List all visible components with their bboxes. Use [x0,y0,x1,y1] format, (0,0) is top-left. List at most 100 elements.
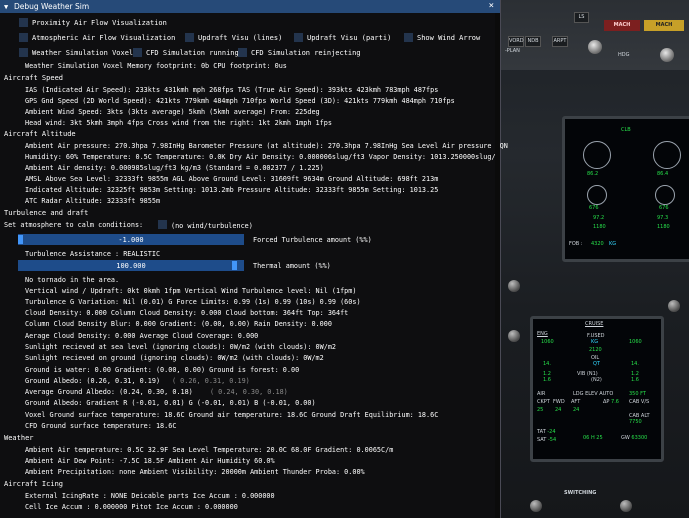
n2-right-value: 97.3 [657,215,669,221]
oil-right: 14. [631,361,639,367]
window-titlebar[interactable]: ▼ Debug Weather Sim × [0,0,500,13]
n1-right-value: 86.4 [657,171,669,177]
air-label: AIR [537,391,546,397]
weather-voxel-checkbox[interactable] [19,48,28,57]
vord-button: VORD [508,36,524,47]
aircraft-altitude-header: Aircraft Altitude [4,130,76,138]
n1-left-value: 86.2 [587,171,599,177]
fwd-temp: 24 [555,407,562,413]
cab-alt-value: 7750 [629,419,642,425]
turbulence-assistance: Turbulence Assistance : REALISTIC [25,250,161,258]
proximity-checkbox[interactable] [19,18,28,27]
f-used-right: 1060 [629,339,642,345]
ndb-button: NDB [525,36,541,47]
cfd-reinjecting-checkbox[interactable] [238,48,247,57]
icing-line: Cell Ice Accum : 0.000000 Pitot Ice Accu… [25,503,238,511]
f-used-left: 1060 [541,339,554,345]
thermal-amount-label: Thermal amount (%%) [253,262,331,270]
voxel-memory-text: Weather Simulation Voxel Memory footprin… [25,62,287,70]
clock-value: 06 H 25 [583,435,603,441]
sat-row: SAT -54 [537,437,557,443]
egt-left-value: 676 [589,205,599,211]
clb-label: CLB [621,127,631,133]
gw-row: GW 63300 [621,435,648,441]
ldg-elev-label: LDG ELEV AUTO [573,391,614,397]
delta-p-label: ΔP 7.6 [603,399,619,405]
draft-line: Sunlight recieved on ground (ignoring cl… [25,354,324,362]
close-icon[interactable]: × [489,1,494,11]
forced-turbulence-slider[interactable]: -1.000 [18,234,244,245]
calm-conditions-label: Set atmosphere to calm conditions: [4,221,144,229]
ckpt-label: CKPT [537,399,550,405]
altitude-line: ATC Radar Altitude: 32333ft 9855m [25,197,161,205]
ff-left-value: 1180 [593,224,606,230]
master-warning: MACH [604,20,640,31]
hdg-knob [660,48,674,62]
aircraft-speed-header: Aircraft Speed [4,74,64,82]
tat-row: TAT -24 [537,429,556,435]
calm-conditions-button[interactable] [158,220,167,229]
cockpit-background: VORD NDB ARPT LS MACH MACH -PLAN HDG CLB… [500,0,689,518]
altitude-line: Ambient Air pressure: 270.3hpa 7.98InHg … [25,142,508,150]
vib-r2: 1.6 [631,377,639,383]
eng-label: ENG [537,331,548,337]
atmospheric-checkbox[interactable] [19,33,28,42]
weather-header: Weather [4,434,34,442]
n1-right-dial [653,141,681,169]
cfd-running-checkbox[interactable] [133,48,142,57]
lower-ecam-display: CRUISE ENG F.USED KG 1060 1060 2120 OIL … [530,316,664,462]
icing-line: External IcingRate : NONE Deicable parts… [25,492,275,500]
turbulence-header: Turbulence and draft [4,209,89,217]
draft-line: Turbulence G Variation: Nil (0.01) G For… [25,298,361,306]
egt-right-value: 676 [659,205,669,211]
fob-label: FOB : [569,241,583,247]
thermal-amount-slider[interactable]: 100.000 [18,260,244,271]
window-title: Debug Weather Sim [14,2,90,11]
arpt-button: ARPT [552,36,568,47]
show-wind-arrow-checkbox[interactable] [404,33,413,42]
altitude-line: Humidity: 60% Temperature: 0.5C Temperat… [25,153,496,161]
fcu-knob [588,40,602,54]
show-wind-arrow-label: Show Wind Arrow [417,34,481,42]
cfd-ground-temperature: CFD Ground surface temperature: 18.6C [25,422,177,430]
ldg-elev-value: 350 FT [629,391,646,397]
thermal-amount-value: 100.000 [116,262,146,270]
fwd-label: FWD [553,399,565,405]
altitude-line: Indicated Altitude: 32325ft 9853m Settin… [25,186,439,194]
forced-turbulence-label: Forced Turbulence amount (%%) [253,236,372,244]
f-used-unit: KG [591,339,599,345]
altitude-line: AMSL Above Sea Level: 32333ft 9855m AGL … [25,175,439,183]
oil-left: 14. [543,361,551,367]
panel-knob-3 [668,300,680,312]
speed-line: Ambient Wind Speed: 3kts (3kts average) … [25,108,320,116]
speed-line: Head wind: 3kt 5kmh 3mph 4fps Cross wind… [25,119,332,127]
aft-label: AFT [571,399,581,405]
ff-right-value: 1180 [657,224,670,230]
proximity-label: Proximity Air Flow Visualization [32,19,167,27]
fob-value: 4320 [591,241,604,247]
average-ground-albedo-dim: ( 0.24, 0.30, 0.18) [210,388,288,396]
vib-l2: 1.6 [543,377,551,383]
ls-button: LS [574,12,589,23]
upper-ecam-display: CLB 86.2 86.4 676 676 97.2 97.3 1180 118… [562,116,689,262]
draft-line: Cloud Density: 0.000 Column Cloud Densit… [25,309,349,317]
cfd-running-label: CFD Simulation running [146,49,239,57]
f-used-total: 2120 [589,347,602,353]
updraft-parti-checkbox[interactable] [294,33,303,42]
hdg-label: HDG [618,52,630,58]
updraft-lines-checkbox[interactable] [185,33,194,42]
window-scrollbar[interactable] [495,13,500,518]
n2-left-value: 97.2 [593,215,605,221]
cfd-reinjecting-label: CFD Simulation reinjecting [251,49,361,57]
forced-turbulence-value: -1.000 [118,236,144,244]
panel-knob-1 [508,280,520,292]
speed-line: GPS Gnd Speed (2D World Speed): 421kts 7… [25,97,455,105]
collapse-triangle-icon[interactable]: ▼ [4,3,8,11]
weather-voxel-label: Weather Simulation Voxel [32,49,134,57]
glareshield-panel: VORD NDB ARPT LS MACH MACH -PLAN HDG [500,0,689,70]
cab-vs-label: CAB V/S [629,399,650,405]
atmospheric-label: Atmospheric Air Flow Visualization [32,34,176,42]
fob-unit: KG [609,241,617,247]
weather-line: Ambient Air Dew Point: -7.5C 18.5F Ambie… [25,457,275,465]
n1-left-dial [583,141,611,169]
